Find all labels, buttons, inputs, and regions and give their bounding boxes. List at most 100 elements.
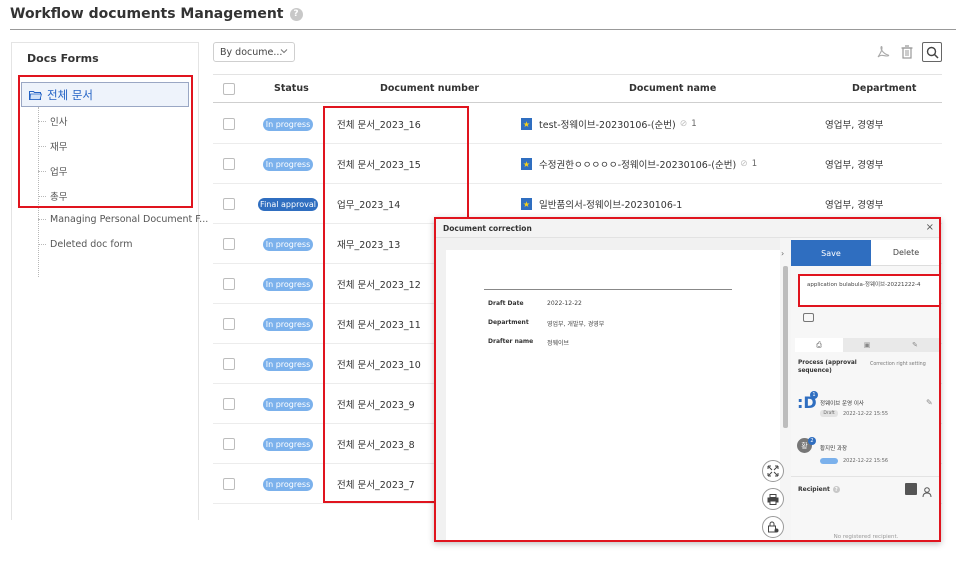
correction-side-panel: Save Delete application bulabula-정웨이브-20…	[791, 238, 939, 540]
camera-icon[interactable]	[803, 313, 814, 322]
no-recipient-message: No registered recipient.	[833, 534, 899, 540]
correction-right-setting[interactable]: Correction right setting	[870, 362, 934, 368]
process-title: Process (approval sequence)	[798, 360, 857, 374]
approval-status-tag	[820, 458, 838, 464]
starred-document-icon: ★	[521, 118, 532, 130]
header-status[interactable]: Status	[274, 83, 309, 94]
status-badge: In progress	[263, 478, 313, 491]
approval-order-badge: 1	[810, 391, 818, 399]
draft-tag: Draft	[820, 410, 838, 417]
chevron-right-icon[interactable]: ›	[781, 249, 784, 258]
docs-forms-title: Docs Forms	[27, 52, 99, 65]
department-cell: 영업부, 경영부	[825, 200, 884, 211]
attachment-count: 1	[691, 119, 697, 129]
document-name[interactable]: ★ 일반품의서-정웨이브-20230106-1	[521, 197, 682, 211]
document-preview-area: Draft Date 2022-12-22 Department 영업부, 개발…	[436, 238, 791, 540]
help-icon[interactable]: ?	[289, 7, 303, 21]
approval-date: 2022-12-22 15:56	[843, 458, 889, 464]
recipient-label: Recipient ?	[798, 486, 840, 493]
tab-history-icon[interactable]: ▣	[843, 338, 891, 352]
title-divider	[10, 29, 956, 30]
row-checkbox[interactable]	[223, 398, 235, 410]
tree-item-deleted-doc-form[interactable]: Deleted doc form	[38, 239, 133, 250]
status-badge: In progress	[263, 118, 313, 131]
row-checkbox[interactable]	[223, 158, 235, 170]
preview-scroll-thumb[interactable]	[783, 266, 788, 428]
pencil-icon[interactable]: ✎	[926, 398, 933, 407]
close-icon[interactable]: ×	[926, 222, 934, 233]
tab-approval-icon[interactable]: ⎙	[795, 338, 843, 352]
row-checkbox[interactable]	[223, 278, 235, 290]
table-header: Status Document number Document name Dep…	[213, 74, 942, 103]
status-badge: In progress	[263, 278, 313, 291]
header-document-name[interactable]: Document name	[629, 83, 716, 94]
side-divider	[791, 476, 939, 477]
row-checkbox[interactable]	[223, 478, 235, 490]
department-label: Department	[488, 319, 529, 326]
highlight-box-tree	[18, 75, 193, 208]
side-tabs: ⎙ ▣ ✎	[795, 338, 939, 352]
document-title-field[interactable]: application bulabula-정웨이브-20221222-4	[798, 274, 939, 307]
status-badge: In progress	[263, 398, 313, 411]
header-document-number[interactable]: Document number	[380, 83, 479, 94]
row-checkbox[interactable]	[223, 318, 235, 330]
expand-icon[interactable]	[762, 460, 784, 482]
document-name-text: 수정권한ㅇㅇㅇㅇㅇ-정웨이브-20230106-(순번)	[539, 160, 737, 171]
department-cell: 영업부, 경영부	[825, 160, 884, 171]
paperclip-icon: ⊘	[679, 119, 688, 129]
status-badge: In progress	[263, 438, 313, 451]
status-badge: Final approval	[258, 198, 318, 211]
status-badge: In progress	[263, 318, 313, 331]
chevron-down-icon	[280, 47, 288, 58]
dialog-title: Document correction	[443, 224, 532, 233]
row-checkbox[interactable]	[223, 118, 235, 130]
status-badge: In progress	[263, 238, 313, 251]
status-badge: In progress	[263, 358, 313, 371]
filter-dropdown-value: By docume...	[220, 46, 283, 58]
document-name-text: test-정웨이브-20230106-(순번)	[539, 120, 676, 131]
document-page: Draft Date 2022-12-22 Department 영업부, 개발…	[446, 250, 784, 540]
print-icon[interactable]	[762, 488, 784, 510]
drafter-name-value: 정웨이브	[547, 340, 570, 347]
approver-name: 황지민 과장	[820, 446, 848, 452]
drafter-name-label: Drafter name	[488, 338, 534, 345]
paperclip-icon: ⊘	[740, 159, 748, 169]
approval-date: 2022-12-22 15:55	[843, 411, 889, 417]
status-badge: In progress	[263, 158, 313, 171]
tab-edit-icon[interactable]: ✎	[891, 338, 939, 352]
recipient-label-text: Recipient	[798, 486, 830, 493]
help-icon[interactable]: ?	[832, 486, 840, 493]
document-name[interactable]: ★ 수정권한ㅇㅇㅇㅇㅇ-정웨이브-20230106-(순번) ⊘ 1	[521, 157, 757, 171]
correction-right-text: Correction right setting	[870, 362, 926, 367]
starred-document-icon: ★	[521, 158, 532, 170]
save-button[interactable]: Save	[791, 240, 871, 266]
header-department[interactable]: Department	[852, 83, 916, 94]
dialog-header: Document correction	[436, 219, 939, 238]
draft-date-label: Draft Date	[488, 300, 524, 307]
tree-item-label: Managing Personal Document F...	[50, 214, 209, 225]
delete-button[interactable]: Delete	[871, 240, 939, 266]
row-checkbox[interactable]	[223, 438, 235, 450]
starred-document-icon: ★	[521, 198, 532, 210]
approver-name: 정웨이브 운영 이사	[820, 401, 864, 407]
document-name-text: 일반품의서-정웨이브-20230106-1	[539, 200, 683, 211]
lock-settings-icon[interactable]	[762, 516, 784, 538]
row-checkbox[interactable]	[223, 238, 235, 250]
row-checkbox[interactable]	[223, 358, 235, 370]
search-icon[interactable]	[922, 42, 942, 62]
filter-dropdown[interactable]: By docume...	[213, 42, 295, 62]
department-value: 영업부, 개발부, 경영부	[547, 321, 605, 328]
document-correction-dialog: Document correction × Draft Date 2022-12…	[434, 217, 941, 542]
add-recipient-icon[interactable]	[905, 483, 917, 495]
document-name[interactable]: ★ test-정웨이브-20230106-(순번) ⊘ 1	[521, 117, 697, 131]
user-settings-icon[interactable]	[922, 483, 934, 498]
tree-item-personal-documents[interactable]: Managing Personal Document F...	[38, 214, 208, 225]
select-all-checkbox[interactable]	[223, 83, 235, 95]
page-title: Workflow documents Management ?	[10, 6, 303, 22]
trash-icon[interactable]	[897, 42, 917, 62]
page-title-text: Workflow documents Management	[10, 6, 284, 22]
approval-order-badge: 2	[808, 437, 816, 445]
pdf-icon[interactable]	[873, 42, 893, 62]
row-checkbox[interactable]	[223, 198, 235, 210]
department-cell: 영업부, 경영부	[825, 120, 884, 131]
